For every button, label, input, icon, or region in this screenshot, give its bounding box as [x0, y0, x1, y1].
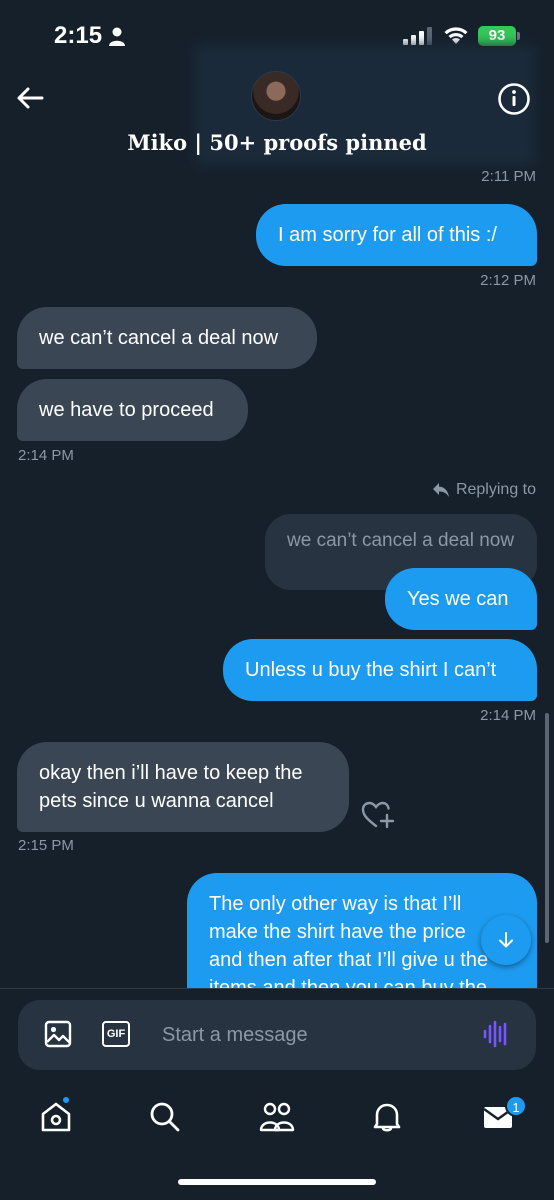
- message-text-line: make the shirt have the price: [209, 921, 466, 943]
- incoming-message[interactable]: okay then i’ll have to keep the pets sin…: [17, 742, 349, 832]
- tab-notifications[interactable]: [367, 1097, 407, 1137]
- outgoing-message[interactable]: I am sorry for all of this :/: [256, 204, 537, 266]
- bell-icon: [373, 1103, 401, 1132]
- notification-dot: [61, 1095, 71, 1105]
- message-timestamp: 2:11 PM: [481, 168, 536, 185]
- scrollbar[interactable]: [545, 713, 549, 943]
- reply-icon: [432, 483, 449, 497]
- scroll-down-button[interactable]: [481, 915, 531, 965]
- tab-communities[interactable]: [257, 1097, 297, 1137]
- message-text: Unless u buy the shirt I can’t: [245, 659, 497, 681]
- image-icon[interactable]: [44, 1020, 72, 1048]
- communities-icon: [259, 1102, 295, 1132]
- battery-indicator: 93: [478, 26, 516, 46]
- battery-level: 93: [488, 27, 506, 44]
- info-icon[interactable]: [497, 82, 531, 116]
- arrow-down-icon: [499, 932, 513, 948]
- message-text-line: The only other way is that I’ll: [209, 893, 462, 915]
- message-text-line: okay then i’ll have to keep the: [39, 762, 303, 784]
- avatar[interactable]: [251, 71, 301, 121]
- quoted-text: we can’t cancel a deal now: [287, 530, 515, 551]
- outgoing-message[interactable]: Yes we can: [385, 568, 537, 630]
- incoming-message[interactable]: we can’t cancel a deal now: [17, 307, 317, 369]
- signal-icon: [403, 27, 432, 45]
- home-indicator[interactable]: [178, 1179, 376, 1185]
- message-timestamp: 2:14 PM: [18, 447, 74, 464]
- arrow-left-icon: [17, 87, 44, 109]
- message-text: we have to proceed: [39, 399, 214, 421]
- message-text: we can’t cancel a deal now: [39, 327, 279, 349]
- message-timestamp: 2:12 PM: [480, 272, 536, 289]
- gif-label: GIF: [106, 1028, 126, 1040]
- home-icon: [41, 1102, 71, 1132]
- outgoing-message[interactable]: Unless u buy the shirt I can’t: [223, 639, 537, 701]
- messages-badge: 1: [505, 1095, 527, 1117]
- replying-to-label: Replying to: [432, 481, 536, 499]
- person-icon: [109, 27, 125, 46]
- voice-message-icon[interactable]: [482, 1020, 510, 1048]
- message-timestamp: 2:15 PM: [18, 837, 74, 854]
- message-timestamp: 2:14 PM: [480, 707, 536, 724]
- gif-button[interactable]: GIF: [102, 1021, 130, 1047]
- battery-tip: [517, 32, 520, 40]
- search-icon: [150, 1102, 180, 1132]
- status-time: 2:15: [54, 22, 103, 49]
- tab-search[interactable]: [145, 1097, 185, 1137]
- heart-plus-icon[interactable]: [361, 800, 395, 830]
- message-text: I am sorry for all of this :/: [278, 224, 497, 246]
- incoming-message[interactable]: we have to proceed: [17, 379, 248, 441]
- message-text-line: and then after that I’ll give u the: [209, 949, 489, 971]
- message-text-line: pets since u wanna cancel: [39, 790, 274, 812]
- chat-title: Miko | 50+ proofs pinned: [127, 130, 427, 155]
- message-text: Yes we can: [407, 588, 509, 610]
- wifi-icon: [444, 27, 468, 44]
- back-button[interactable]: [14, 82, 46, 114]
- message-input[interactable]: [162, 1020, 462, 1050]
- replying-to-text: Replying to: [455, 481, 536, 498]
